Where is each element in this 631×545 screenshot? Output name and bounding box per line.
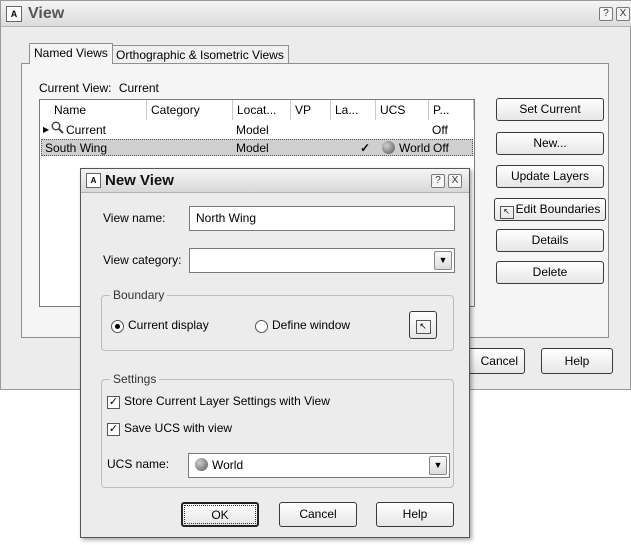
row-layers-check: ✓ xyxy=(360,141,371,155)
save-ucs-label[interactable]: Save UCS with view xyxy=(124,421,232,435)
ucs-name-value: World xyxy=(212,458,244,472)
details-button[interactable]: Details xyxy=(496,229,604,252)
save-ucs-checkbox[interactable]: ✓ xyxy=(107,423,120,436)
table-row[interactable]: South Wing Model ✓ World Off xyxy=(41,139,473,156)
row-name: South Wing xyxy=(45,141,108,155)
view-dialog-titlebar: A View ? X xyxy=(1,1,631,27)
help-button[interactable]: Help xyxy=(376,502,454,527)
row-name: Current xyxy=(66,123,107,137)
new-view-dialog: A New View ? X View name: North Wing Vie… xyxy=(80,168,470,538)
boundary-group: Boundary Current display Define window ↖ xyxy=(101,288,454,351)
define-window-label[interactable]: Define window xyxy=(272,318,350,332)
column-header-category[interactable]: Category xyxy=(147,100,233,120)
ucs-name-select[interactable]: World ▼ xyxy=(188,453,450,478)
magnifier-icon xyxy=(51,121,64,138)
update-layers-button[interactable]: Update Layers xyxy=(496,165,604,188)
edit-boundaries-label: Edit Boundaries xyxy=(515,202,601,216)
current-view-label: Current View: Current xyxy=(39,81,159,95)
store-layers-checkbox[interactable]: ✓ xyxy=(107,396,120,409)
view-name-label: View name: xyxy=(103,211,166,225)
view-category-label: View category: xyxy=(103,253,182,267)
chevron-down-icon[interactable]: ▼ xyxy=(434,251,452,270)
row-perspective: Off xyxy=(432,123,448,137)
close-icon[interactable]: X xyxy=(616,7,630,21)
autocad-app-icon: A xyxy=(6,6,22,22)
boundary-legend: Boundary xyxy=(110,288,168,302)
column-header-vp[interactable]: VP xyxy=(291,100,331,120)
current-display-radio[interactable] xyxy=(111,320,124,333)
ucs-name-label: UCS name: xyxy=(107,457,170,471)
set-current-button[interactable]: Set Current xyxy=(496,98,604,121)
row-location: Model xyxy=(236,141,269,155)
help-icon[interactable]: ? xyxy=(431,174,445,188)
column-header-location[interactable]: Locat... xyxy=(233,100,291,120)
column-header-layers[interactable]: La... xyxy=(331,100,376,120)
tab-named-views[interactable]: Named Views xyxy=(29,43,113,64)
current-row-arrow-icon: ▶ xyxy=(43,125,50,134)
current-view-value: Current xyxy=(118,81,159,95)
column-header-perspective[interactable]: P... xyxy=(429,100,474,120)
select-window-icon: ↖ xyxy=(415,320,431,334)
help-icon[interactable]: ? xyxy=(599,7,613,21)
column-header-name[interactable]: Name xyxy=(40,100,147,120)
row-ucs-label: World xyxy=(399,141,431,155)
new-view-titlebar: A New View ? X xyxy=(81,169,469,193)
ok-button[interactable]: OK xyxy=(181,502,259,527)
define-window-radio[interactable] xyxy=(255,320,268,333)
boundary-window-icon: ↖ xyxy=(499,206,514,219)
column-header-ucs[interactable]: UCS xyxy=(376,100,429,120)
globe-icon xyxy=(195,458,208,471)
view-category-select[interactable]: ▼ xyxy=(189,248,455,273)
current-display-label[interactable]: Current display xyxy=(128,318,209,332)
cancel-button[interactable]: Cancel xyxy=(279,502,357,527)
close-icon[interactable]: X xyxy=(448,174,462,188)
globe-icon xyxy=(382,141,395,154)
store-layers-label[interactable]: Store Current Layer Settings with View xyxy=(124,394,330,408)
view-cancel-label: Cancel xyxy=(480,354,518,368)
view-name-input[interactable]: North Wing xyxy=(189,206,455,231)
row-location: Model xyxy=(236,123,269,137)
edit-boundaries-button[interactable]: ↖ Edit Boundaries xyxy=(494,198,606,221)
chevron-down-icon[interactable]: ▼ xyxy=(429,456,447,475)
tab-orthographic-isometric[interactable]: Orthographic & Isometric Views xyxy=(111,45,289,64)
define-window-button[interactable]: ↖ xyxy=(409,311,437,339)
autocad-app-icon: A xyxy=(86,173,101,188)
view-help-button[interactable]: Help xyxy=(541,348,613,374)
row-ucs: World xyxy=(382,140,430,156)
current-view-caption: Current View: xyxy=(39,81,112,95)
view-dialog-title: View xyxy=(28,5,65,22)
table-row[interactable]: ▶ Current Model Off xyxy=(40,121,474,138)
settings-legend: Settings xyxy=(110,372,160,386)
new-view-button[interactable]: New... xyxy=(496,132,604,155)
settings-group: Settings ✓ Store Current Layer Settings … xyxy=(101,372,454,488)
row-perspective: Off xyxy=(433,141,449,155)
delete-button[interactable]: Delete xyxy=(496,261,604,284)
new-view-title: New View xyxy=(105,172,174,189)
